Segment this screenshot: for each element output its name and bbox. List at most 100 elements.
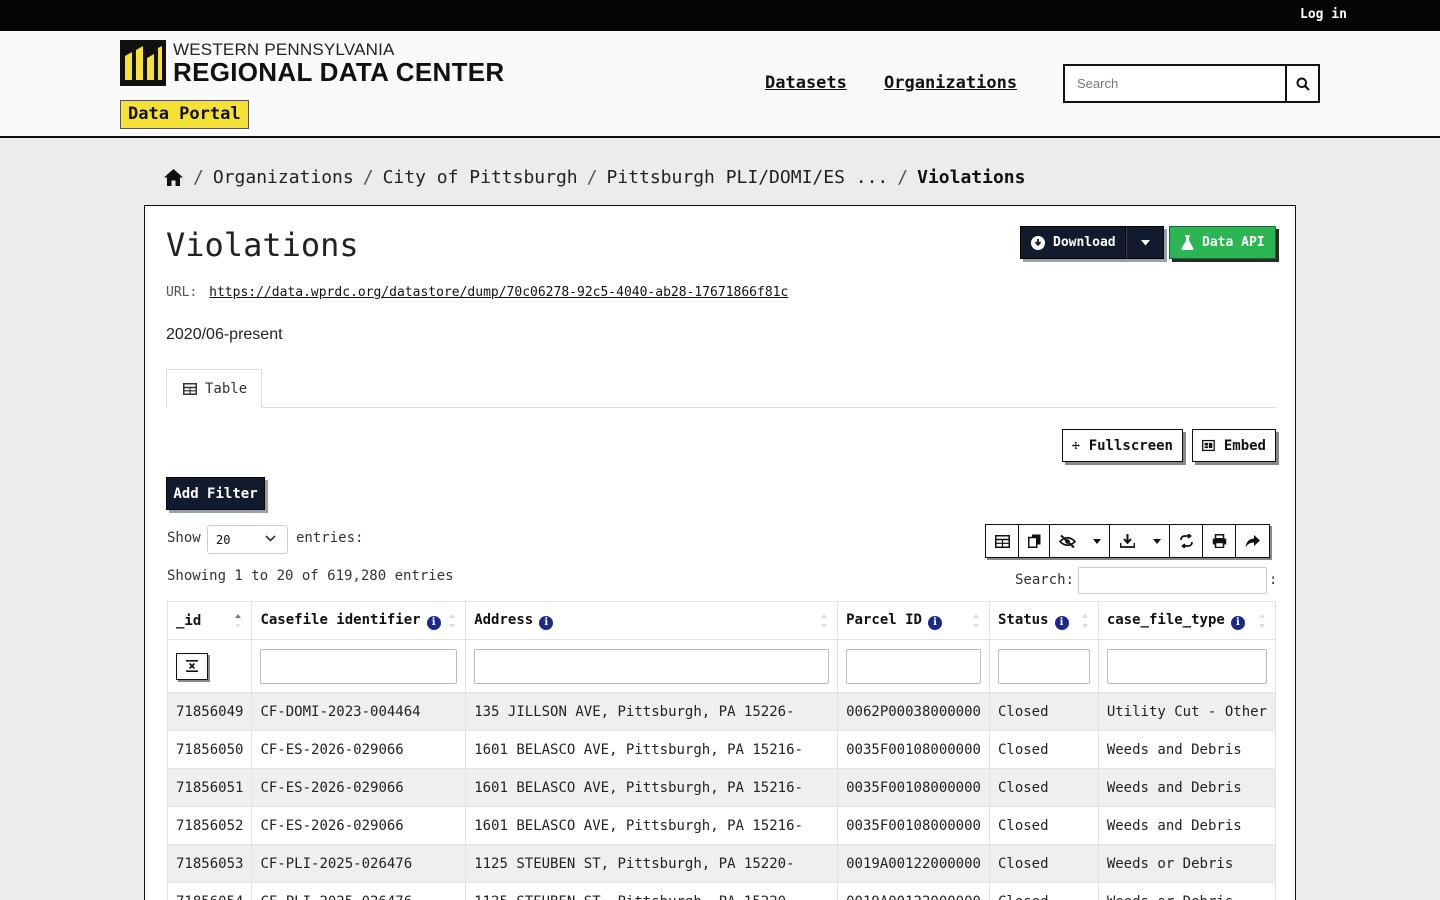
- table-row[interactable]: 71856049 CF-DOMI-2023-004464 135 JILLSON…: [166, 692, 1277, 731]
- login-link[interactable]: Log in: [1300, 7, 1347, 22]
- breadcrumb-organizations[interactable]: Organizations: [213, 167, 354, 188]
- site-search: [1063, 64, 1320, 103]
- cell-status: Closed: [989, 882, 1099, 900]
- toggle-table-view-button[interactable]: [986, 525, 1019, 557]
- resource-description: 2020/06-present: [166, 326, 283, 343]
- column-header-label: Casefile identifier: [260, 611, 421, 628]
- home-icon[interactable]: [163, 168, 184, 187]
- column-header-status[interactable]: Status i: [989, 601, 1099, 640]
- data-table: _id Casefile identifier i Address i Parcel…: [166, 601, 1277, 900]
- wprdc-logo-icon[interactable]: [120, 40, 166, 86]
- info-icon[interactable]: i: [1054, 615, 1069, 630]
- column-header-address[interactable]: Address i: [465, 601, 839, 640]
- cell-address: 1601 BELASCO AVE, Pittsburgh, PA 15216-: [465, 730, 839, 769]
- column-header-parcel-id[interactable]: Parcel ID i: [837, 601, 990, 640]
- data-portal-badge[interactable]: Data Portal: [120, 100, 249, 129]
- table-search-suffix: :: [1269, 572, 1278, 588]
- table-row[interactable]: 71856050 CF-ES-2026-029066 1601 BELASCO …: [166, 730, 1277, 769]
- embed-label: Embed: [1223, 437, 1266, 454]
- cell-casefile: CF-ES-2026-029066: [251, 768, 467, 807]
- sort-icon: [821, 614, 828, 628]
- export-dropdown[interactable]: [1144, 525, 1170, 557]
- breadcrumb-dataset[interactable]: Pittsburgh PLI/DOMI/ES ...: [607, 167, 889, 188]
- grid-icon: [994, 534, 1010, 548]
- cell-casefile: CF-DOMI-2023-004464: [251, 692, 467, 731]
- breadcrumb-separator: /: [193, 166, 204, 188]
- table-row[interactable]: 71856053 CF-PLI-2025-026476 1125 STEUBEN…: [166, 844, 1277, 883]
- show-label: Show: [167, 530, 201, 546]
- chevron-down-icon: [265, 535, 276, 542]
- info-icon[interactable]: i: [1230, 615, 1245, 630]
- column-header-label: _id: [176, 612, 202, 629]
- page-size-value: 20: [216, 532, 231, 547]
- column-visibility-dropdown[interactable]: [1084, 525, 1110, 557]
- cell-casefile: CF-PLI-2025-026476: [251, 882, 467, 900]
- cell-case-type: Utility Cut - Other: [1098, 692, 1277, 731]
- column-visibility-button[interactable]: [1050, 525, 1084, 557]
- eye-slash-icon: [1058, 534, 1076, 548]
- print-button[interactable]: [1203, 525, 1236, 557]
- filter-cell: [251, 639, 467, 693]
- resource-card: Violations Download Data API URL: https:…: [144, 205, 1296, 900]
- filter-status-input[interactable]: [997, 648, 1090, 684]
- resource-url-link[interactable]: https://data.wprdc.org/datastore/dump/70…: [209, 285, 788, 300]
- cell-parcel: 0019A00122000000: [837, 882, 990, 900]
- column-header-case-file-type[interactable]: case_file_type i: [1098, 601, 1277, 640]
- sort-icon: [1259, 614, 1265, 628]
- filter-parcel-input[interactable]: [846, 648, 981, 684]
- cell-parcel: 0062P00038000000: [837, 692, 990, 731]
- share-button[interactable]: [1236, 525, 1269, 557]
- info-icon[interactable]: i: [927, 615, 942, 630]
- sort-icon: [1081, 614, 1088, 628]
- info-icon[interactable]: i: [426, 615, 441, 630]
- copy-button[interactable]: [1019, 525, 1050, 557]
- cell-id: 71856049: [166, 692, 253, 731]
- flask-icon: [1181, 235, 1194, 250]
- filter-casefile-input[interactable]: [260, 648, 458, 684]
- breadcrumb: / Organizations / City of Pittsburgh / P…: [163, 164, 1025, 190]
- breadcrumb-separator: /: [362, 166, 374, 188]
- caret-down-icon: [1140, 239, 1150, 245]
- cell-id: 71856053: [166, 844, 253, 883]
- tab-table[interactable]: Table: [166, 369, 262, 408]
- data-api-label: Data API: [1202, 235, 1265, 250]
- download-dropdown-toggle[interactable]: [1126, 226, 1164, 259]
- table-info: Showing 1 to 20 of 619,280 entries: [167, 568, 454, 584]
- download-button[interactable]: Download: [1020, 226, 1126, 259]
- top-bar: Log in: [0, 0, 1440, 31]
- caret-down-icon: [1152, 538, 1161, 544]
- filter-address-input[interactable]: [474, 648, 830, 684]
- breadcrumb-city-of-pittsburgh[interactable]: City of Pittsburgh: [383, 167, 578, 188]
- search-icon: [1296, 77, 1310, 91]
- table-row[interactable]: 71856054 CF-PLI-2025-026476 1125 STEUBEN…: [166, 882, 1277, 900]
- page-title: Violations: [166, 226, 359, 264]
- refresh-button[interactable]: [1170, 525, 1203, 557]
- nav-organizations[interactable]: Organizations: [884, 73, 1017, 93]
- reset-filters-button[interactable]: [176, 652, 208, 680]
- table-row[interactable]: 71856052 CF-ES-2026-029066 1601 BELASCO …: [166, 806, 1277, 845]
- column-header-id[interactable]: _id: [166, 601, 253, 640]
- search-button[interactable]: [1287, 66, 1318, 101]
- page-size-select[interactable]: 20: [207, 525, 288, 554]
- cell-casefile: CF-ES-2026-029066: [251, 806, 467, 845]
- url-label: URL:: [166, 285, 198, 300]
- column-header-casefile[interactable]: Casefile identifier i: [251, 601, 467, 640]
- cell-status: Closed: [989, 844, 1099, 883]
- table-toolbar: [985, 524, 1270, 558]
- table-search-input[interactable]: [1078, 567, 1267, 594]
- export-button[interactable]: [1110, 525, 1144, 557]
- embed-button[interactable]: Embed: [1192, 429, 1276, 462]
- site-search-input[interactable]: [1065, 66, 1287, 101]
- nav-datasets[interactable]: Datasets: [765, 73, 847, 93]
- filter-case-type-input[interactable]: [1106, 648, 1267, 684]
- cell-status: Closed: [989, 692, 1099, 731]
- fullscreen-button[interactable]: Fullscreen: [1062, 429, 1183, 462]
- info-icon[interactable]: i: [539, 615, 554, 630]
- data-api-button[interactable]: Data API: [1169, 226, 1276, 259]
- cell-case-type: Weeds or Debris: [1098, 882, 1277, 900]
- logo-text-main: REGIONAL DATA CENTER: [173, 57, 505, 87]
- table-row[interactable]: 71856051 CF-ES-2026-029066 1601 BELASCO …: [166, 768, 1277, 807]
- cell-id: 71856052: [166, 806, 253, 845]
- add-filter-button[interactable]: Add Filter: [166, 477, 265, 510]
- cell-case-type: Weeds and Debris: [1098, 768, 1277, 807]
